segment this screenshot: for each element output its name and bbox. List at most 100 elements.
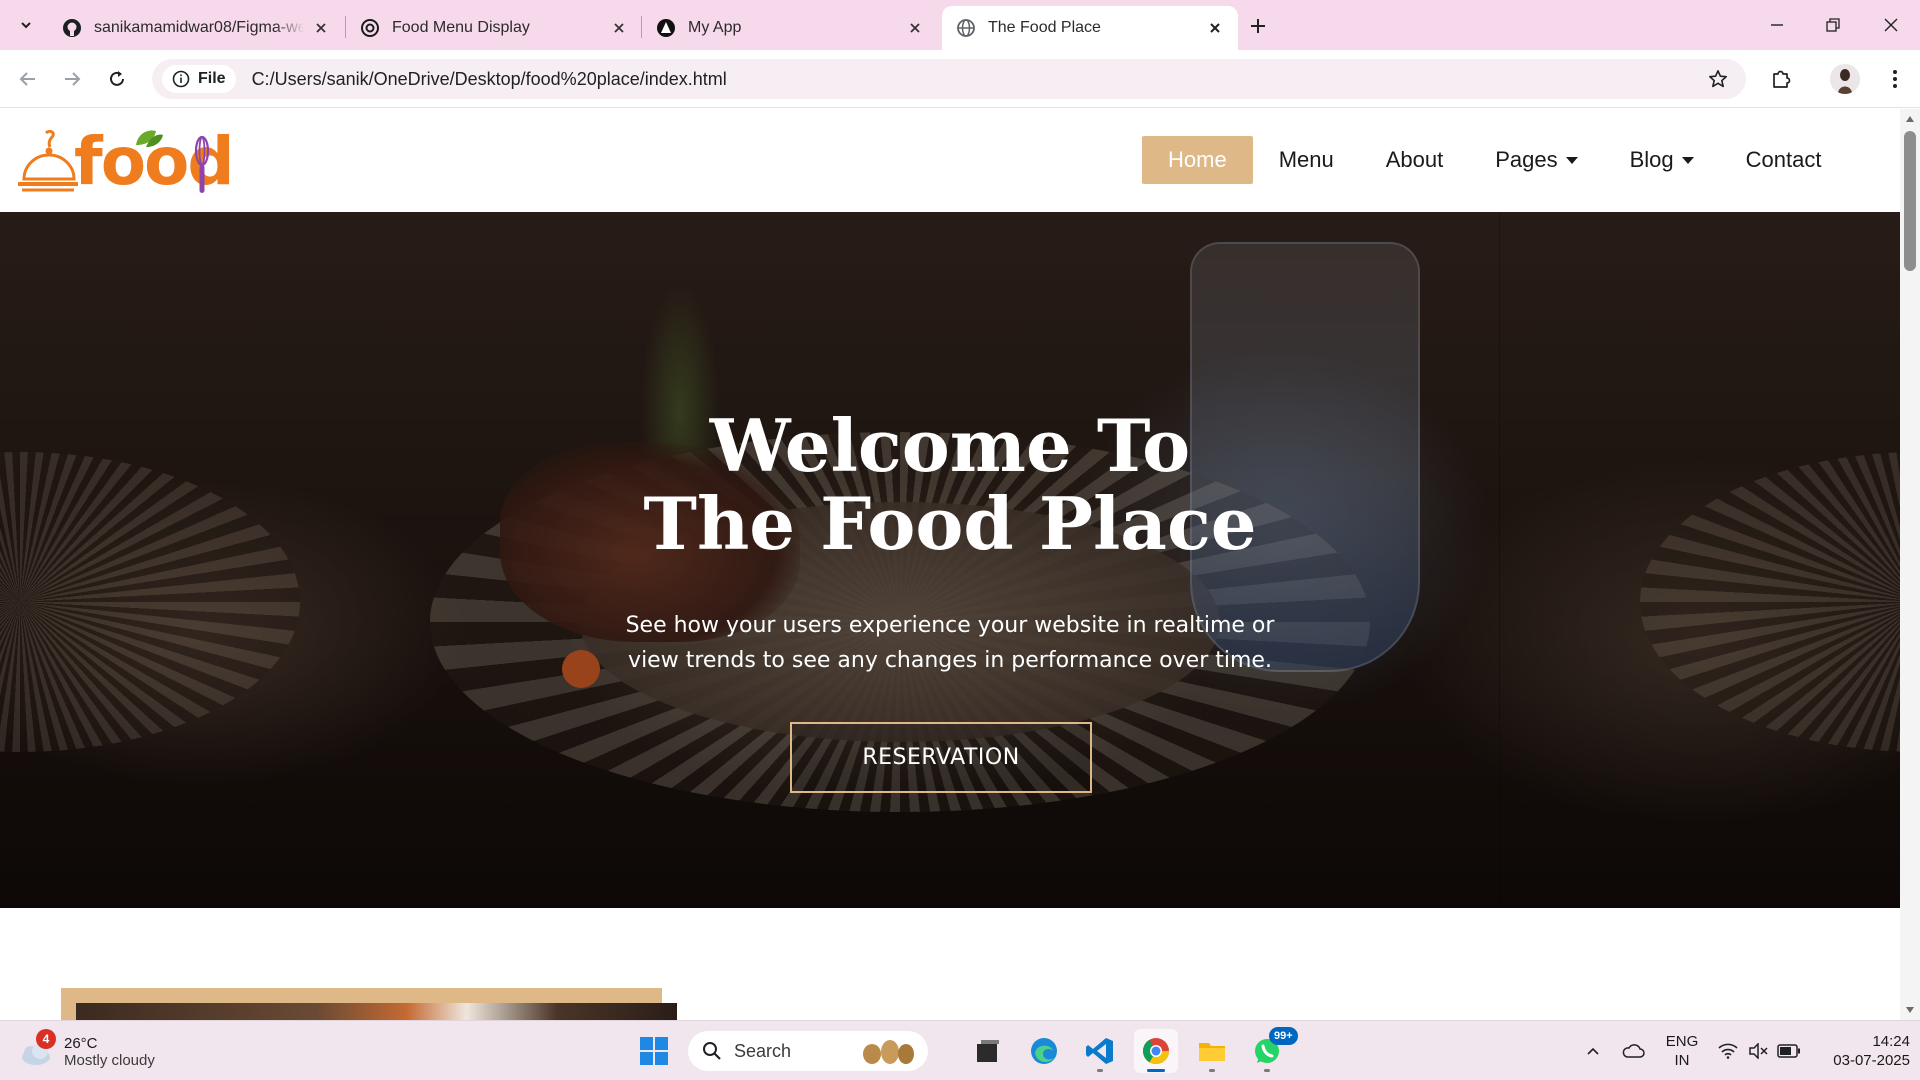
- address-bar[interactable]: File C:/Users/sanik/OneDrive/Desktop/foo…: [152, 59, 1746, 99]
- nav-home[interactable]: Home: [1142, 136, 1253, 184]
- wifi-tray[interactable]: [1714, 1031, 1742, 1071]
- show-hidden-icons-button[interactable]: [1580, 1031, 1606, 1071]
- site-nav: Home Menu About Pages Blog Contact: [1142, 136, 1848, 184]
- taskbar-vscode[interactable]: [1078, 1029, 1122, 1073]
- folder-icon: [1199, 1043, 1225, 1061]
- arrow-right-icon: [65, 72, 81, 86]
- nav-about[interactable]: About: [1360, 136, 1470, 184]
- caret-down-icon: [1565, 156, 1578, 164]
- nav-contact[interactable]: Contact: [1720, 136, 1848, 184]
- nav-blog-label: Blog: [1629, 147, 1674, 172]
- start-button[interactable]: [632, 1029, 676, 1073]
- nav-pages-label: Pages: [1495, 147, 1558, 172]
- language-line1: ENG: [1665, 1033, 1699, 1050]
- reservation-button[interactable]: RESERVATION: [790, 722, 1092, 793]
- star-icon: [1709, 70, 1727, 88]
- tab-title: sanikamamidwar08/Figma-web: [94, 19, 304, 36]
- tab-title: Food Menu Display: [392, 19, 530, 36]
- browser-tab-my-app[interactable]: My App: [642, 6, 938, 50]
- taskbar-edge[interactable]: [1022, 1029, 1066, 1073]
- close-icon: [1884, 18, 1898, 32]
- taskbar-search-placeholder: Search: [734, 1040, 792, 1061]
- profile-avatar[interactable]: [1830, 64, 1860, 94]
- restore-button[interactable]: [1818, 10, 1848, 40]
- chevron-down-icon: [21, 22, 31, 29]
- reload-icon: [110, 71, 124, 86]
- scroll-up-icon[interactable]: [1905, 114, 1915, 124]
- url-text[interactable]: C:/Users/sanik/OneDrive/Desktop/food%20p…: [252, 69, 727, 90]
- weather-temp: 26°C: [64, 1035, 98, 1052]
- site-info-chip[interactable]: File: [162, 65, 236, 93]
- taskbar-chrome[interactable]: [1134, 1029, 1178, 1073]
- minimize-button[interactable]: [1762, 10, 1792, 40]
- taskbar-task-view[interactable]: [966, 1029, 1010, 1073]
- minimize-icon: [1771, 24, 1783, 26]
- close-icon[interactable]: [608, 17, 630, 39]
- forward-button[interactable]: [58, 65, 86, 93]
- browser-toolbar: File C:/Users/sanik/OneDrive/Desktop/foo…: [0, 50, 1920, 108]
- running-indicator: [1209, 1069, 1215, 1072]
- cloud-icon: 4: [18, 1029, 56, 1067]
- nav-menu[interactable]: Menu: [1253, 136, 1360, 184]
- scroll-down-icon[interactable]: [1905, 1005, 1915, 1015]
- nav-contact-label: Contact: [1745, 147, 1822, 172]
- globe-icon: [956, 18, 976, 38]
- site-info-label: File: [198, 70, 226, 87]
- whatsapp-badge: 99+: [1269, 1027, 1298, 1045]
- language-line2: IN: [1674, 1052, 1690, 1069]
- close-icon[interactable]: [1204, 17, 1226, 39]
- volume-tray[interactable]: [1744, 1031, 1772, 1071]
- close-icon[interactable]: [310, 17, 332, 39]
- whisk-icon: [194, 135, 210, 193]
- chrome-icon: [1142, 1038, 1170, 1065]
- battery-icon: [1777, 1044, 1800, 1058]
- hero-subtitle: See how your users experience your websi…: [625, 613, 1275, 673]
- clock-date: 03-07-2025: [1833, 1052, 1910, 1069]
- site-logo[interactable]: food: [18, 123, 235, 200]
- taskbar-search[interactable]: Search: [688, 1031, 928, 1071]
- taskbar-clock[interactable]: 14:24 03-07-2025: [1810, 1032, 1910, 1070]
- volume-muted-icon: [1749, 1043, 1768, 1059]
- about-image: [76, 1003, 677, 1020]
- weather-badge: 4: [36, 1029, 56, 1049]
- openai-icon: [360, 18, 380, 38]
- battery-tray[interactable]: [1774, 1031, 1804, 1071]
- new-tab-button[interactable]: [1244, 12, 1272, 40]
- plus-icon: [1251, 19, 1265, 33]
- browser-menu-button[interactable]: [1880, 64, 1910, 94]
- back-button[interactable]: [14, 65, 42, 93]
- chevron-up-icon: [1587, 1047, 1599, 1055]
- nav-blog[interactable]: Blog: [1604, 136, 1720, 184]
- windows-icon: [640, 1037, 668, 1065]
- search-highlight-icon: [863, 1040, 914, 1064]
- vscode-icon: [1086, 1038, 1113, 1064]
- language-indicator[interactable]: ENG IN: [1660, 1031, 1704, 1071]
- taskbar-file-explorer[interactable]: [1190, 1029, 1234, 1073]
- browser-tab-github[interactable]: sanikamamidwar08/Figma-web: [48, 6, 344, 50]
- extensions-button[interactable]: [1766, 64, 1796, 94]
- arrow-left-icon: [19, 72, 35, 86]
- browser-tab-food-menu-display[interactable]: Food Menu Display: [346, 6, 642, 50]
- bookmark-button[interactable]: [1704, 65, 1732, 93]
- app-icon: [656, 18, 676, 38]
- tab-title: The Food Place: [988, 19, 1101, 36]
- puzzle-icon: [1773, 70, 1791, 88]
- browser-tab-the-food-place[interactable]: The Food Place: [942, 6, 1238, 50]
- scrollbar-thumb[interactable]: [1904, 131, 1916, 271]
- profile-icon: [1830, 64, 1860, 94]
- weather-widget[interactable]: 4 26°C Mostly cloudy: [18, 1029, 155, 1074]
- taskbar-whatsapp[interactable]: 99+: [1245, 1027, 1298, 1073]
- page-scrollbar[interactable]: [1900, 109, 1920, 1020]
- cloche-icon: [18, 129, 78, 192]
- nav-pages[interactable]: Pages: [1469, 136, 1603, 184]
- hero-section: Welcome To The Food Place See how your u…: [0, 212, 1900, 908]
- running-indicator: [1147, 1069, 1165, 1072]
- tab-search-button[interactable]: [12, 11, 40, 39]
- hero-title-line1: Welcome To: [709, 403, 1191, 488]
- nav-home-label: Home: [1168, 147, 1227, 172]
- close-window-button[interactable]: [1876, 10, 1906, 40]
- reload-button[interactable]: [103, 65, 131, 93]
- onedrive-tray[interactable]: [1618, 1031, 1648, 1071]
- browser-tab-strip: sanikamamidwar08/Figma-web Food Menu Dis…: [0, 0, 1920, 50]
- close-icon[interactable]: [904, 17, 926, 39]
